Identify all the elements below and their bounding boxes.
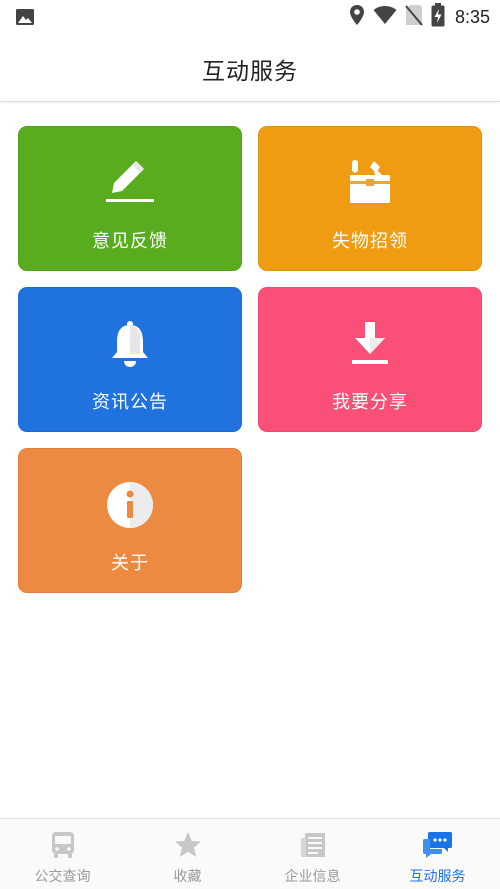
- tab-company-info[interactable]: 企业信息: [250, 819, 375, 889]
- tile-about[interactable]: 关于: [18, 448, 242, 593]
- tile-share[interactable]: 我要分享: [258, 287, 482, 432]
- status-bar: 8:35: [0, 0, 500, 34]
- status-icons: 8:35: [349, 3, 490, 31]
- tile-label: 资讯公告: [92, 392, 168, 413]
- tile-announcements[interactable]: 资讯公告: [18, 287, 242, 432]
- pencil-icon: [19, 157, 241, 209]
- newspaper-icon: [250, 829, 375, 861]
- tab-interactive-services[interactable]: 互动服务: [375, 819, 500, 889]
- tab-label: 互动服务: [409, 869, 466, 885]
- tile-label: 失物招领: [332, 231, 408, 252]
- info-icon: [19, 479, 241, 531]
- no-sim-icon: [405, 4, 423, 30]
- chat-bubbles-icon: [375, 829, 500, 861]
- tab-label: 公交查询: [34, 869, 91, 885]
- tab-label: 收藏: [173, 869, 202, 885]
- tile-lost-and-found[interactable]: 失物招领: [258, 126, 482, 271]
- tile-label: 我要分享: [332, 392, 408, 413]
- wifi-icon: [373, 5, 397, 29]
- tile-label: 关于: [111, 553, 149, 574]
- image-icon: [15, 7, 35, 27]
- tab-favorites[interactable]: 收藏: [125, 819, 250, 889]
- toolbox-icon: [259, 157, 481, 209]
- status-time: 8:35: [454, 6, 490, 27]
- tab-bus-query[interactable]: 公交查询: [0, 819, 125, 889]
- app-header: 互动服务: [0, 34, 500, 102]
- location-icon: [349, 4, 365, 30]
- battery-charging-icon: [431, 3, 445, 31]
- bell-icon: [19, 318, 241, 370]
- tile-label: 意见反馈: [92, 231, 168, 252]
- download-icon: [259, 318, 481, 370]
- tab-label: 企业信息: [284, 869, 341, 885]
- star-icon: [125, 829, 250, 861]
- page-title: 互动服务: [202, 59, 298, 85]
- bottom-tab-bar: 公交查询 收藏 企业信息 互动服务: [0, 818, 500, 889]
- bus-icon: [0, 829, 125, 861]
- tile-feedback[interactable]: 意见反馈: [18, 126, 242, 271]
